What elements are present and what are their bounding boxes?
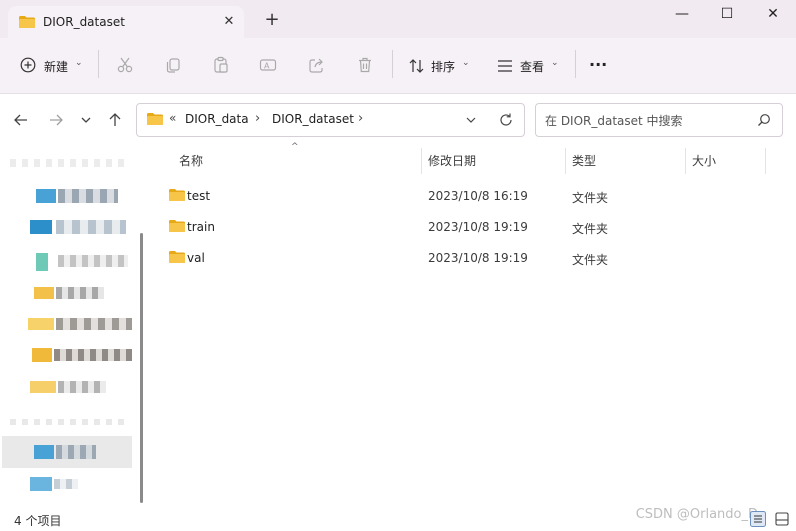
details-view-icon[interactable]: [750, 511, 766, 527]
copy-icon[interactable]: [164, 56, 182, 74]
recent-locations-chevron-icon[interactable]: [79, 112, 93, 128]
blurred-nav-item[interactable]: [10, 419, 130, 425]
chevron-down-icon: ⌄: [462, 58, 470, 68]
blurred-nav-item[interactable]: [56, 220, 126, 234]
watermark: CSDN @Orlando_D: [635, 507, 758, 522]
blurred-nav-item[interactable]: [56, 445, 96, 459]
divider: [392, 50, 393, 78]
search-icon[interactable]: [757, 113, 771, 127]
breadcrumb-dior-data[interactable]: DIOR_data: [185, 112, 249, 126]
column-header-name[interactable]: 名称: [179, 152, 203, 172]
divider: [575, 50, 576, 78]
chevron-down-icon: ⌄: [75, 58, 83, 68]
maximize-icon[interactable]: ☐: [716, 5, 738, 23]
blurred-nav-item[interactable]: [54, 349, 132, 361]
tiles-view-icon[interactable]: [774, 511, 790, 527]
overflow-chevron-icon[interactable]: «: [169, 111, 176, 125]
file-modified: 2023/10/8 19:19: [428, 251, 528, 265]
up-arrow-icon[interactable]: [106, 111, 124, 129]
breadcrumb-separator-icon[interactable]: ›: [358, 111, 363, 126]
window-close-icon[interactable]: ✕: [762, 5, 784, 23]
file-row-train[interactable]: train 2023/10/8 19:19 文件夹: [160, 215, 780, 239]
tab-close-icon[interactable]: ✕: [220, 13, 238, 31]
blurred-nav-icon: [30, 220, 52, 234]
forward-arrow-icon[interactable]: [47, 111, 65, 129]
back-arrow-icon[interactable]: [12, 111, 30, 129]
view-icon: [498, 60, 512, 72]
blurred-nav-item[interactable]: [58, 381, 106, 393]
svg-text:A: A: [264, 62, 270, 71]
address-dropdown-icon[interactable]: [464, 113, 478, 127]
new-tab-button[interactable]: +: [262, 10, 282, 30]
file-name: train: [187, 220, 215, 234]
nav-scrollbar[interactable]: [138, 143, 146, 508]
blurred-nav-icon: [30, 477, 52, 491]
file-row-test[interactable]: test 2023/10/8 16:19 文件夹: [160, 184, 780, 208]
blurred-nav-item[interactable]: [58, 255, 128, 267]
navigation-pane: [0, 143, 140, 508]
more-options-icon[interactable]: ···: [589, 55, 607, 74]
file-row-val[interactable]: val 2023/10/8 19:19 文件夹: [160, 246, 780, 270]
file-type: 文件夹: [572, 222, 609, 236]
view-label: 查看: [520, 60, 545, 74]
blurred-nav-item[interactable]: [56, 287, 104, 299]
tab-dior-dataset[interactable]: DIOR_dataset ✕: [8, 6, 244, 38]
blurred-nav-icon: [36, 253, 48, 271]
column-divider[interactable]: [421, 148, 422, 174]
blurred-nav-icon: [32, 348, 52, 362]
refresh-icon[interactable]: [498, 112, 514, 128]
folder-icon: [19, 16, 35, 28]
sort-label: 排序: [431, 60, 456, 74]
blurred-nav-icon: [28, 318, 54, 330]
column-divider[interactable]: [765, 148, 766, 174]
blurred-nav-icon: [36, 189, 56, 203]
folder-icon: [169, 189, 185, 201]
column-header-type[interactable]: 类型: [572, 152, 596, 172]
column-header-modified[interactable]: 修改日期: [428, 152, 476, 172]
minimize-icon[interactable]: —: [671, 5, 693, 23]
sort-icon: [409, 59, 424, 73]
search-box[interactable]: 在 DIOR_dataset 中搜索: [535, 103, 783, 137]
chevron-down-icon: ⌄: [551, 58, 559, 68]
sort-button[interactable]: 排序 ⌄: [406, 55, 472, 77]
address-bar[interactable]: « DIOR_data › DIOR_dataset ›: [136, 103, 525, 137]
folder-icon: [147, 113, 163, 125]
blurred-nav-icon: [34, 287, 54, 299]
file-type: 文件夹: [572, 253, 609, 267]
blurred-nav-item[interactable]: [58, 189, 118, 203]
paste-icon[interactable]: [212, 56, 230, 74]
folder-icon: [169, 251, 185, 263]
file-modified: 2023/10/8 19:19: [428, 220, 528, 234]
blurred-nav-icon: [34, 445, 54, 459]
share-icon[interactable]: [308, 56, 326, 74]
delete-icon[interactable]: [356, 56, 374, 74]
breadcrumb-dior-dataset[interactable]: DIOR_dataset: [272, 112, 354, 126]
blurred-nav-item[interactable]: [10, 159, 130, 167]
blurred-nav-item[interactable]: [54, 479, 78, 489]
blurred-nav-icon: [30, 381, 56, 393]
item-count: 4 个项目: [14, 514, 62, 528]
column-divider[interactable]: [565, 148, 566, 174]
plus-circle-icon: [20, 57, 36, 73]
column-header-size[interactable]: 大小: [692, 152, 716, 172]
new-label: 新建: [44, 60, 69, 74]
file-name: test: [187, 189, 211, 203]
blurred-nav-item[interactable]: [56, 318, 132, 330]
column-divider[interactable]: [685, 148, 686, 174]
file-type: 文件夹: [572, 191, 609, 205]
rename-icon[interactable]: A: [259, 56, 277, 74]
view-button[interactable]: 查看 ⌄: [494, 55, 560, 77]
nav-scrollbar-thumb[interactable]: [140, 233, 143, 503]
breadcrumb-separator-icon[interactable]: ›: [255, 111, 260, 126]
file-modified: 2023/10/8 16:19: [428, 189, 528, 203]
divider: [98, 50, 99, 78]
file-name: val: [187, 251, 205, 265]
new-button[interactable]: 新建 ⌄: [18, 55, 88, 77]
cut-icon[interactable]: [116, 56, 134, 74]
search-placeholder: 在 DIOR_dataset 中搜索: [545, 114, 683, 128]
sort-ascending-icon: ^: [291, 142, 299, 152]
folder-icon: [169, 220, 185, 232]
tab-title: DIOR_dataset: [43, 15, 125, 29]
